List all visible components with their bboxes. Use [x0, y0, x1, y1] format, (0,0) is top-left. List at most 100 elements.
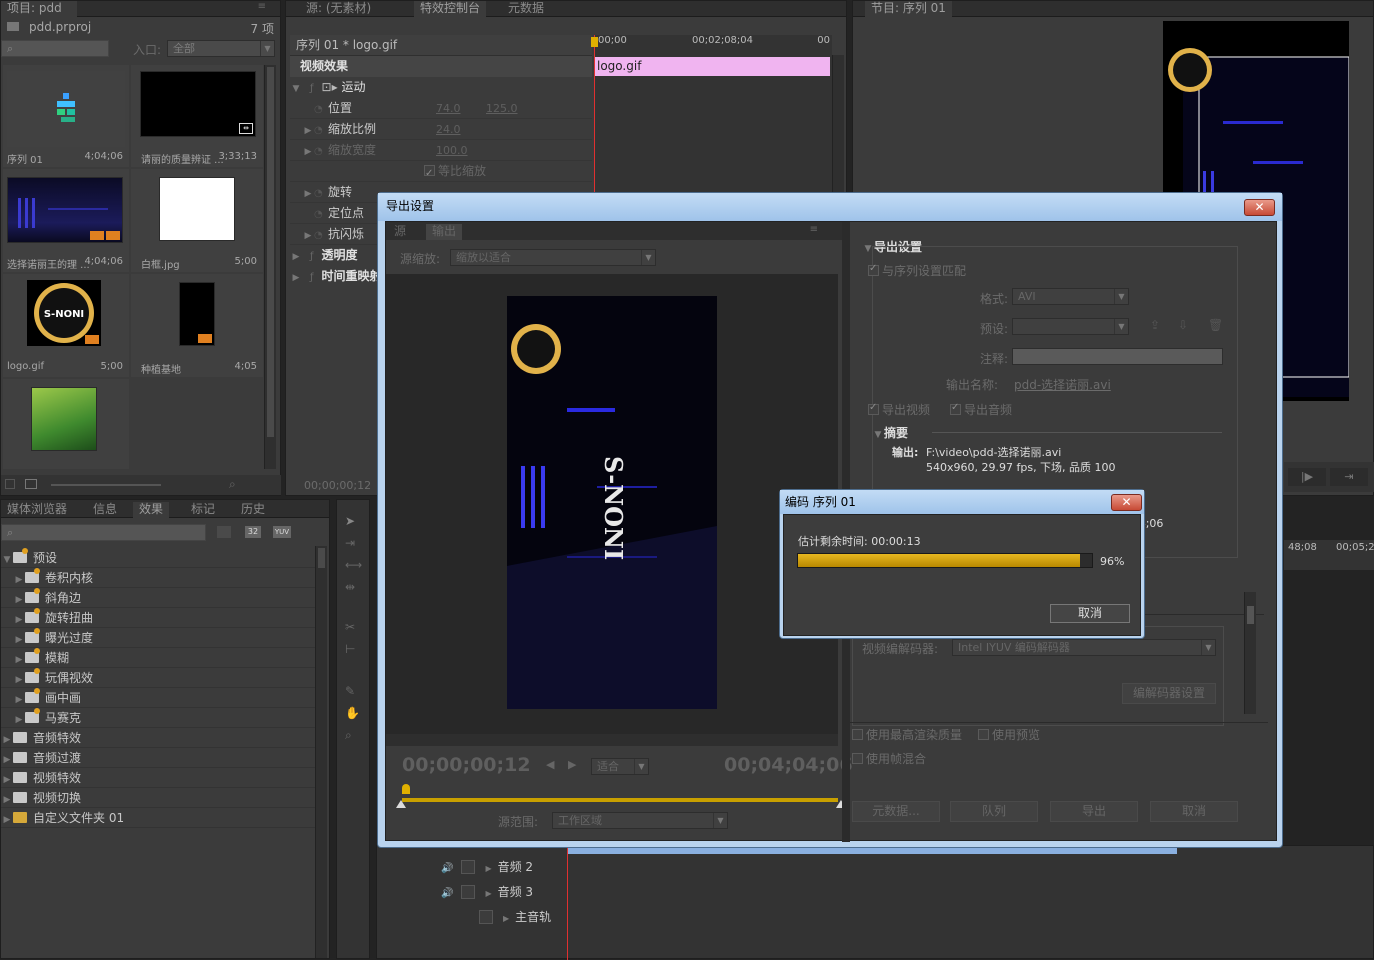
tab-markers[interactable]: 标记	[185, 502, 221, 518]
ec-clip-bar[interactable]: logo.gif	[594, 57, 830, 76]
expand-icon[interactable]: ▶	[503, 914, 509, 923]
delete-preset-icon[interactable]: 🗑	[1208, 318, 1223, 332]
effects-scrollbar[interactable]	[315, 546, 327, 958]
expand-icon[interactable]: ▶	[13, 710, 25, 730]
preset-dropdown[interactable]: ▼	[1012, 318, 1129, 335]
expand-icon[interactable]: ▶	[13, 670, 25, 690]
expand-icon[interactable]: ▶	[13, 690, 25, 710]
track-select-icon[interactable]: ⇥	[345, 536, 355, 550]
project-search-input[interactable]: ⌕	[1, 40, 109, 57]
expand-icon[interactable]: ▶	[485, 864, 491, 873]
audio-track-header[interactable]: 🔊 ▶ 音频 3	[441, 881, 571, 903]
step-forward-icon[interactable]: ▶	[568, 758, 576, 771]
selection-tool-icon[interactable]: ➤	[345, 514, 361, 530]
frame-blend-checkbox[interactable]: 使用帧混合	[852, 750, 926, 767]
project-item[interactable]: 序列 01 4;04;06	[3, 65, 129, 167]
rolling-edit-icon[interactable]: ⇹	[345, 580, 355, 594]
expand-icon[interactable]: ▶	[1, 810, 13, 830]
max-quality-checkbox[interactable]: 使用最高渲染质量	[852, 726, 962, 743]
uniform-scale-checkbox[interactable]	[424, 163, 435, 184]
effects-tree-item[interactable]: ▶ 玩偶视效	[1, 668, 315, 688]
tab-info[interactable]: 信息	[87, 502, 123, 518]
format-dropdown[interactable]: AVI ▼	[1012, 288, 1129, 305]
output-name-link[interactable]: pdd-选择诺丽.avi	[1014, 376, 1111, 393]
pen-tool-icon[interactable]: ✎	[345, 684, 355, 698]
list-view-icon[interactable]	[5, 479, 15, 489]
expand-icon[interactable]: ▶	[1, 790, 13, 810]
tab-export-output[interactable]: 输出	[426, 224, 463, 240]
track-lock-toggle[interactable]	[479, 910, 493, 924]
expand-icon[interactable]: ▶	[13, 590, 25, 610]
speaker-icon[interactable]: 🔊	[441, 863, 453, 874]
encode-close-button[interactable]: ✕	[1111, 494, 1142, 511]
effects-tree-item[interactable]: ▶ 视频切换	[1, 788, 315, 808]
use-preview-checkbox[interactable]: 使用预览	[978, 726, 1040, 743]
export-video-checkbox[interactable]: 导出视频	[868, 401, 930, 418]
project-item[interactable]: S-NONI logo.gif 5;00	[3, 274, 129, 377]
export-button[interactable]: 导出	[1050, 801, 1138, 822]
queue-button[interactable]: 队列	[950, 801, 1038, 822]
in-dropdown[interactable]: 全部 ▼	[167, 40, 275, 57]
motion-property[interactable]: ▶ ◔ 缩放比例 24.0	[290, 119, 592, 140]
effects-tree-item[interactable]: ▶ 模糊	[1, 648, 315, 668]
effects-tree-item[interactable]: ▶ 画中画	[1, 688, 315, 708]
project-item[interactable]: ⇹ 请丽的质量辨证 ... 3;33;13	[131, 65, 263, 167]
motion-property[interactable]: 等比缩放	[290, 161, 592, 184]
audio-track-header[interactable]: ▶ 主音轨	[441, 906, 571, 928]
effects-tree-item[interactable]: ▶ 自定义文件夹 01	[1, 808, 315, 828]
stopwatch-icon[interactable]: ◔	[314, 225, 328, 246]
encode-cancel-button[interactable]: 取消	[1050, 604, 1130, 623]
32bit-icon[interactable]: 32	[245, 526, 261, 538]
slip-tool-icon[interactable]: ⊢	[345, 642, 355, 656]
effects-tree-item[interactable]: ▶ 音频过渡	[1, 748, 315, 768]
export-audio-checkbox[interactable]: 导出音频	[950, 401, 1012, 418]
settings-scrollbar[interactable]	[1244, 592, 1256, 714]
property-value[interactable]: 100.0	[436, 140, 486, 161]
effects-search-input[interactable]: ⌕	[1, 524, 206, 541]
effects-tree-item[interactable]: ▶ 马赛克	[1, 708, 315, 728]
effects-tree-item[interactable]: ▶ 卷积内核	[1, 568, 315, 588]
range-in-handle-icon[interactable]	[396, 800, 406, 808]
motion-effect[interactable]: ▼ ƒ ⊡▸ 运动	[290, 77, 592, 98]
project-item[interactable]: 种植基地 4;05	[131, 274, 263, 377]
tab-effect-controls[interactable]: 特效控制台	[414, 1, 487, 17]
export-range-bar[interactable]	[394, 784, 846, 810]
project-item[interactable]: 白框.jpg 5;00	[131, 169, 263, 272]
expand-icon[interactable]: ▶	[302, 121, 314, 142]
fit-dropdown[interactable]: 适合 ▼	[591, 758, 649, 775]
collapse-icon[interactable]: ▼	[1, 550, 13, 570]
icon-view-icon[interactable]	[25, 479, 37, 489]
expand-icon[interactable]: ▶	[1, 730, 13, 750]
summary-header[interactable]: ▼ 摘要	[872, 424, 908, 441]
tab-media-browser[interactable]: 媒体浏览器	[1, 502, 73, 518]
effects-tree-item[interactable]: ▶ 音频特效	[1, 728, 315, 748]
preview-hscrollbar[interactable]	[386, 734, 838, 746]
tab-project[interactable]: 项目: pdd	[1, 1, 77, 17]
tab-export-source[interactable]: 源	[388, 224, 412, 240]
stopwatch-icon[interactable]: ◔	[314, 204, 328, 225]
play-next-icon[interactable]: |▶	[1288, 468, 1326, 486]
hand-tool-icon[interactable]: ✋	[345, 706, 360, 720]
source-range-dropdown[interactable]: 工作区域 ▼	[552, 812, 728, 829]
razor-tool-icon[interactable]: ✂	[345, 620, 355, 634]
zoom-slider[interactable]	[51, 484, 161, 486]
match-sequence-checkbox[interactable]: 与序列设置匹配	[868, 262, 966, 279]
step-back-icon[interactable]: ◀	[546, 758, 554, 771]
expand-icon[interactable]: ▶	[1, 770, 13, 790]
property-value[interactable]: 74.0	[436, 98, 486, 119]
project-item[interactable]: 选择诺丽王的理 ... 4;04;06	[3, 169, 129, 272]
cancel-export-button[interactable]: 取消	[1150, 801, 1238, 822]
metadata-button[interactable]: 元数据...	[852, 801, 940, 822]
track-lock-toggle[interactable]	[461, 860, 476, 874]
motion-property[interactable]: ◔ 位置 74.0 125.0	[290, 98, 592, 119]
effects-tree-item[interactable]: ▼ 预设	[1, 548, 315, 568]
playhead-marker-icon[interactable]	[591, 37, 598, 47]
expand-icon[interactable]: ▶	[485, 889, 491, 898]
source-scale-dropdown[interactable]: 缩放以适合 ▼	[450, 249, 656, 266]
export-timecode-left[interactable]: 00;00;00;12	[402, 754, 531, 776]
comment-input[interactable]	[1012, 348, 1223, 365]
project-scrollbar[interactable]	[264, 65, 276, 469]
effects-tree-item[interactable]: ▶ 斜角边	[1, 588, 315, 608]
tab-metadata[interactable]: 元数据	[502, 1, 550, 17]
range-playhead-icon[interactable]	[402, 784, 410, 794]
